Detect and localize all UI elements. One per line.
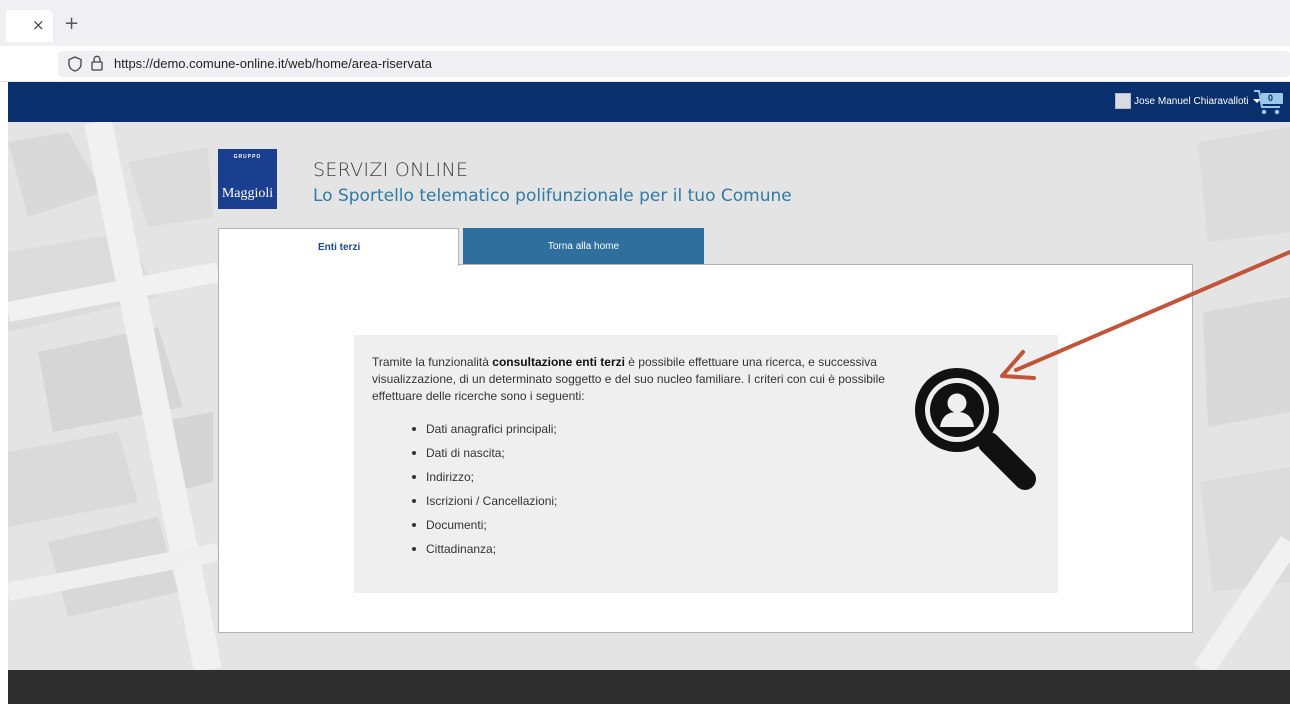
list-item: Cittadinanza; [412, 541, 557, 565]
cart-button[interactable]: 0 [1253, 88, 1285, 116]
user-name: Jose Manuel Chiaravalloti [1134, 95, 1249, 107]
top-navbar: Jose Manuel Chiaravalloti 0 [8, 82, 1290, 122]
page-subtitle: Lo Sportello telematico polifunzionale p… [313, 186, 792, 206]
url-text[interactable]: https://demo.comune-online.it/web/home/a… [114, 56, 432, 71]
tab-enti-terzi[interactable]: Enti terzi [218, 228, 459, 266]
criteria-list: Dati anagrafici principali; Dati di nasc… [412, 421, 557, 565]
info-box: Tramite la funzionalità consultazione en… [354, 335, 1058, 593]
intro-text-start: Tramite la funzionalità [372, 355, 493, 369]
person-search-icon [915, 368, 1036, 490]
maggioli-logo[interactable]: GRUPPO Maggioli [218, 149, 277, 209]
lock-icon[interactable] [91, 55, 103, 71]
site-viewport: Jose Manuel Chiaravalloti 0 GRUPPO Maggi… [8, 82, 1290, 704]
tab-torna-alla-home[interactable]: Torna alla home [463, 228, 704, 265]
logo-group-text: GRUPPO [233, 154, 262, 160]
tab-label: Torna alla home [547, 241, 620, 252]
list-item: Dati di nascita; [412, 445, 557, 469]
shield-icon[interactable] [68, 56, 82, 72]
user-menu[interactable]: Jose Manuel Chiaravalloti [1115, 91, 1261, 111]
close-tab-icon[interactable]: × [32, 17, 45, 33]
address-bar: https://demo.comune-online.it/web/home/a… [0, 46, 1290, 82]
browser-tab[interactable]: × [6, 10, 53, 42]
intro-bold: consultazione enti terzi [492, 355, 625, 369]
footer [8, 670, 1290, 704]
content-panel: Tramite la funzionalità consultazione en… [218, 264, 1193, 633]
cart-count: 0 [1268, 93, 1274, 103]
page-title: SERVIZI ONLINE [313, 159, 469, 181]
list-item: Iscrizioni / Cancellazioni; [412, 493, 557, 517]
avatar [1115, 93, 1131, 109]
intro-text: Tramite la funzionalità consultazione en… [372, 354, 892, 405]
list-item: Documenti; [412, 517, 557, 541]
browser-tab-bar: × + [0, 0, 1290, 46]
new-tab-button[interactable]: + [64, 15, 79, 33]
list-item: Indirizzo; [412, 469, 557, 493]
list-item: Dati anagrafici principali; [412, 421, 557, 445]
tab-label: Enti terzi [318, 242, 361, 253]
logo-name-text: Maggioli [221, 186, 274, 201]
url-field[interactable]: https://demo.comune-online.it/web/home/a… [58, 51, 1290, 77]
